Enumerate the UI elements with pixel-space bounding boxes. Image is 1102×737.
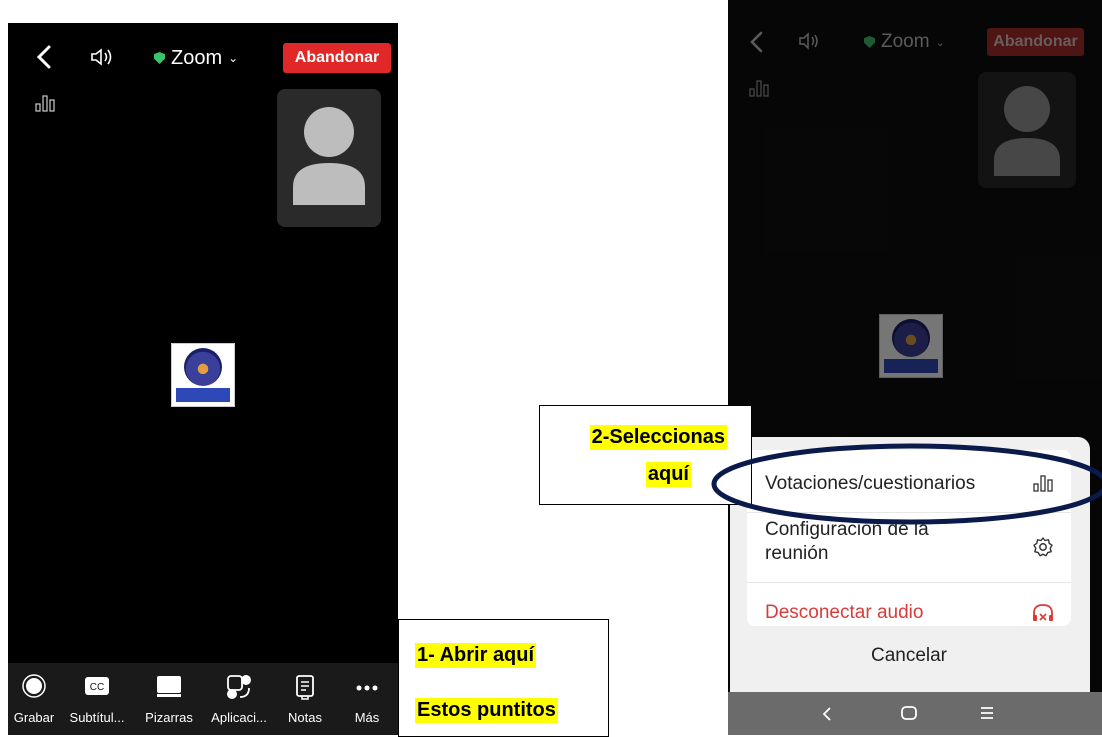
menu-item-disconnect-label: Desconectar audio <box>765 602 924 623</box>
whiteboard-icon <box>154 673 184 699</box>
highlight-ellipse <box>690 440 1102 540</box>
annotation-step1-box: 1- Abrir aquí Estos puntitos <box>398 619 609 737</box>
speaker-icon[interactable] <box>90 47 116 67</box>
more-icon <box>354 673 380 699</box>
back-icon[interactable] <box>34 44 54 70</box>
nav-home-icon[interactable] <box>900 704 918 722</box>
chevron-down-icon: ⌄ <box>228 51 239 65</box>
left-phone-screen: Zoom ⌄ Abandonar Grabar CC Subtítul... P… <box>8 23 398 735</box>
toolbar-apps-label: Aplicaci... <box>211 710 267 725</box>
annotation-step2-subtitle: aquí <box>645 462 691 487</box>
toolbar-more-label: Más <box>354 710 380 725</box>
avatar-icon <box>287 105 371 205</box>
svg-text:CC: CC <box>90 682 104 693</box>
headphones-off-icon <box>1031 602 1055 624</box>
meeting-toolbar: Grabar CC Subtítul... Pizarras Aplicaci.… <box>8 663 398 735</box>
toolbar-record-button[interactable]: Grabar <box>8 663 60 735</box>
school-logo <box>171 343 235 407</box>
toolbar-more-button[interactable]: Más <box>336 663 398 735</box>
encryption-shield-icon <box>154 52 165 64</box>
notes-icon <box>293 673 317 701</box>
nav-menu-icon[interactable] <box>978 704 996 722</box>
leave-button[interactable]: Abandonar <box>283 43 391 73</box>
toolbar-apps-button[interactable]: Aplicaci... <box>204 663 274 735</box>
cancel-button[interactable]: Cancelar <box>747 645 1071 667</box>
record-icon <box>21 673 47 699</box>
menu-item-disconnect-audio[interactable]: Desconectar audio <box>747 582 1071 626</box>
cc-icon: CC <box>83 673 111 699</box>
apps-icon <box>225 673 253 701</box>
toolbar-whiteboards-button[interactable]: Pizarras <box>134 663 204 735</box>
right-phone-screen: Zoom ⌄ Abandonar Votaciones/cuestionario… <box>728 0 1102 735</box>
toolbar-record-label: Grabar <box>13 710 55 725</box>
meeting-title-label: Zoom <box>171 46 223 69</box>
meeting-title[interactable]: Zoom ⌄ <box>154 43 238 73</box>
toolbar-whiteboards-label: Pizarras <box>145 710 193 725</box>
toolbar-captions-label: Subtítul... <box>69 710 125 725</box>
self-video-tile[interactable] <box>277 89 381 227</box>
toolbar-notes-button[interactable]: Notas <box>274 663 336 735</box>
toolbar-notes-label: Notas <box>288 710 322 725</box>
toolbar-captions-button[interactable]: CC Subtítul... <box>60 663 134 735</box>
annotation-step1-title: 1- Abrir aquí <box>415 643 537 668</box>
annotation-step1-subtitle: Estos puntitos <box>415 698 558 723</box>
nav-back-icon[interactable] <box>820 705 834 723</box>
system-nav-bar <box>728 692 1102 735</box>
stats-icon[interactable] <box>34 93 56 113</box>
